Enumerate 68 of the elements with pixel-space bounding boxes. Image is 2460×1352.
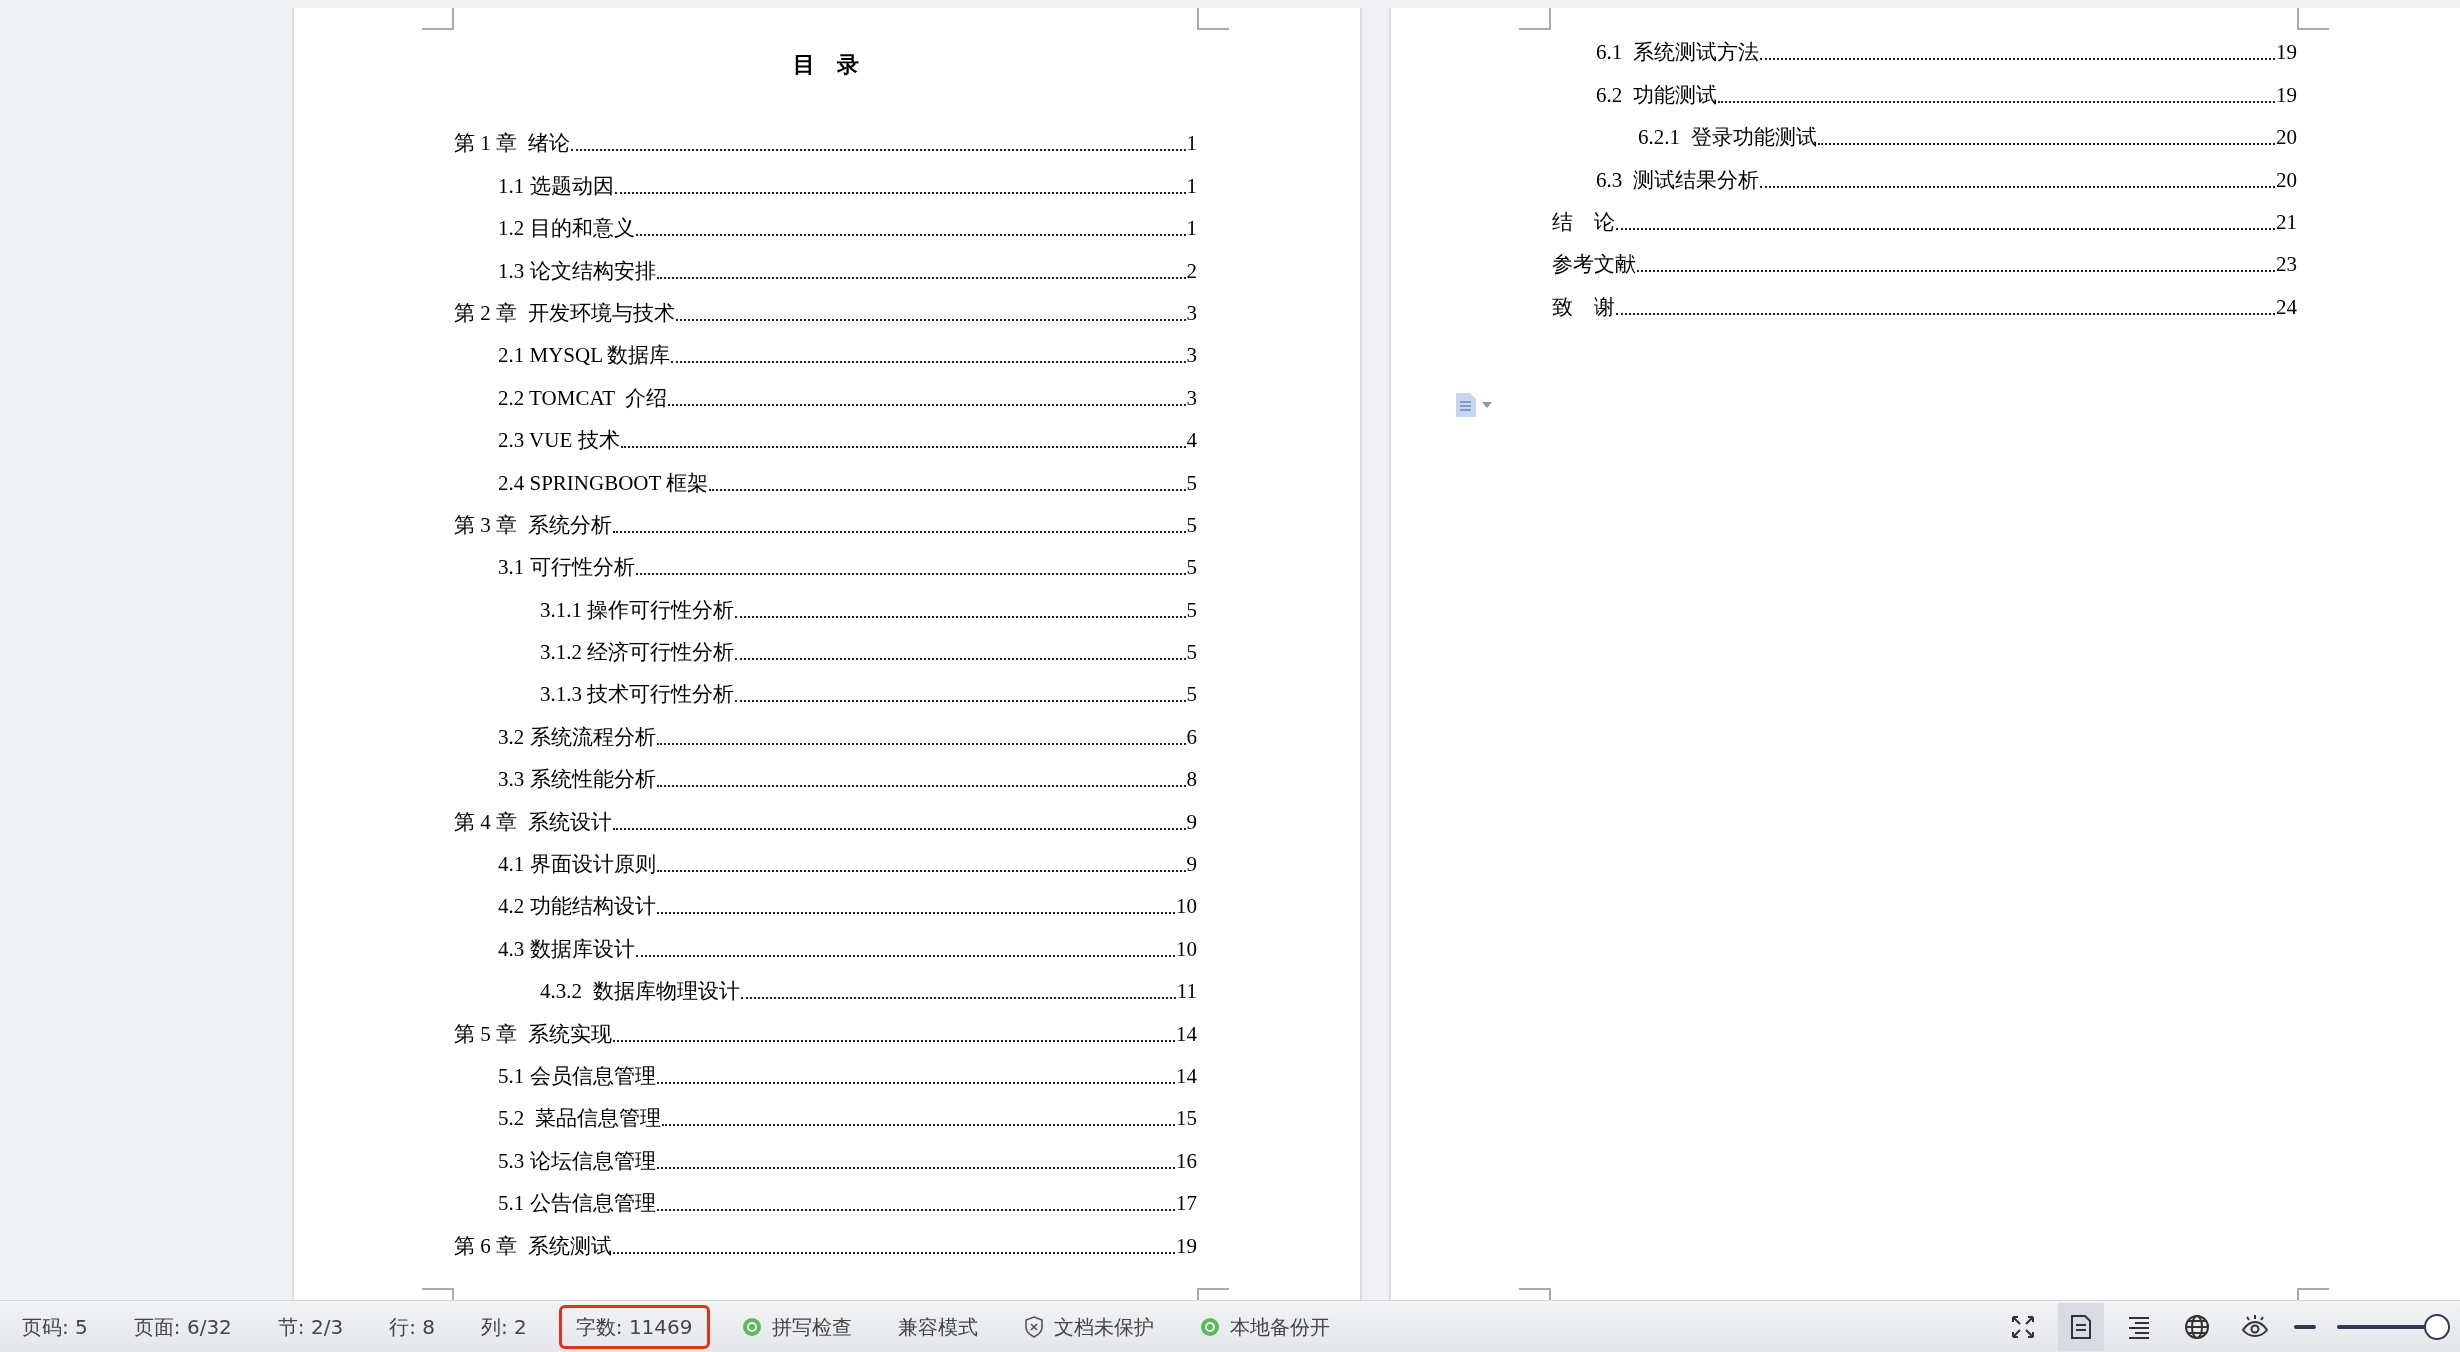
toc-entry[interactable]: 5.1 公告信息管理 17 <box>498 1193 1197 1225</box>
status-item[interactable]: 页面: 6/32 <box>119 1304 246 1349</box>
toc-entry[interactable]: 结 论 21 <box>1552 211 2297 243</box>
toc-entry[interactable]: 3.1.2 经济可行性分析 5 <box>540 642 1197 674</box>
toc-entry[interactable]: 6.3 测试结果分析 20 <box>1596 169 2297 201</box>
toc-entry[interactable]: 1.1 选题动因 1 <box>498 175 1197 207</box>
toc-entry[interactable]: 3.3 系统性能分析 8 <box>498 769 1197 801</box>
status-item[interactable]: 文档未保护 <box>1009 1304 1168 1349</box>
status-item[interactable]: 拼写检查 <box>727 1304 866 1349</box>
margin-corner-mark <box>1197 8 1229 30</box>
status-text: 列: 2 <box>480 1313 527 1341</box>
status-item[interactable]: 行: 8 <box>375 1304 449 1349</box>
status-text: 页码: 5 <box>22 1313 88 1341</box>
toc-entry[interactable]: 第 4 章 系统设计 9 <box>454 811 1197 843</box>
shield-icon <box>1023 1315 1044 1338</box>
globe-icon <box>2183 1312 2211 1341</box>
toc-entry[interactable]: 2.3 VUE 技术 4 <box>498 430 1197 462</box>
toc-entry[interactable]: 6.1 系统测试方法 19 <box>1596 42 2297 74</box>
status-text: 兼容模式 <box>897 1313 978 1341</box>
zoom-slider-thumb[interactable] <box>2423 1313 2450 1340</box>
toc-entry[interactable]: 4.1 界面设计原则 9 <box>498 854 1197 886</box>
toc-entry[interactable]: 4.3 数据库设计 10 <box>498 938 1197 970</box>
toc-entry[interactable]: 第 5 章 系统实现 14 <box>454 1023 1197 1055</box>
status-text: 节: 2/3 <box>277 1313 344 1341</box>
status-text: 文档未保护 <box>1053 1313 1154 1341</box>
toc-entry[interactable]: 6.2 功能测试 19 <box>1596 84 2297 116</box>
status-item[interactable]: 页码: 5 <box>8 1304 102 1349</box>
toc-entry[interactable]: 参考文献 23 <box>1552 254 2297 286</box>
status-item[interactable]: 节: 2/3 <box>263 1304 358 1349</box>
toc-entry[interactable]: 5.1 会员信息管理 14 <box>498 1066 1197 1097</box>
margin-corner-mark <box>2297 8 2329 30</box>
toc-entry[interactable]: 3.1.3 技术可行性分析 5 <box>540 684 1197 716</box>
toc-title: 目 录 <box>791 51 860 79</box>
status-text: 本地备份开 <box>1229 1313 1330 1341</box>
toc-entry[interactable]: 1.3 论文结构安排 2 <box>498 260 1197 292</box>
toc-entry[interactable]: 致 谢 24 <box>1552 296 2297 328</box>
toc-entry[interactable]: 3.1.1 操作可行性分析 5 <box>540 599 1197 631</box>
toc-entry[interactable]: 1.2 目的和意义 1 <box>498 218 1197 250</box>
toc-entry[interactable]: 3.2 系统流程分析 6 <box>498 726 1197 758</box>
toc-entry[interactable]: 4.3.2 数据库物理设计 11 <box>540 981 1197 1013</box>
margin-corner-mark <box>422 8 454 30</box>
document-icon[interactable] <box>1454 391 1478 419</box>
toc-entry[interactable]: 5.2 菜品信息管理 15 <box>498 1108 1197 1140</box>
toc-entry[interactable]: 6.2.1 登录功能测试 20 <box>1638 127 2297 159</box>
status-text: 页面: 6/32 <box>133 1313 232 1341</box>
view-button[interactable] <box>2058 1302 2104 1351</box>
status-dot-icon <box>741 1316 762 1337</box>
caret-icon[interactable] <box>1482 402 1492 408</box>
toc-entry[interactable]: 2.4 SPRINGBOOT 框架 5 <box>498 472 1197 504</box>
toc-entry[interactable]: 第 3 章 系统分析 5 <box>454 514 1197 546</box>
status-text: 字数: 11469 <box>575 1313 693 1341</box>
status-item[interactable]: 字数: 11469 <box>558 1304 710 1349</box>
toc-entry[interactable]: 3.1 可行性分析 5 <box>498 557 1197 589</box>
status-item[interactable]: 列: 2 <box>466 1304 541 1349</box>
status-item[interactable]: 本地备份开 <box>1185 1304 1344 1349</box>
zoom-out-icon[interactable] <box>2294 1323 2316 1330</box>
toc-entry[interactable]: 2.2 TOMCAT 介绍 3 <box>498 387 1197 419</box>
status-item[interactable]: 兼容模式 <box>883 1304 992 1349</box>
toc-entry[interactable]: 第 6 章 系统测试 19 <box>454 1235 1197 1267</box>
toc-entry[interactable]: 第 1 章 绪论 1 <box>454 133 1197 165</box>
toc-entry[interactable]: 2.1 MYSQL 数据库 3 <box>498 345 1197 377</box>
status-text: 行: 8 <box>389 1313 435 1341</box>
toc-entry[interactable]: 4.2 功能结构设计 10 <box>498 896 1197 928</box>
margin-corner-mark <box>1519 8 1551 30</box>
toc-entry[interactable]: 5.3 论坛信息管理 16 <box>498 1150 1197 1182</box>
status-text: 拼写检查 <box>771 1313 852 1341</box>
status-dot-icon <box>1199 1316 1220 1337</box>
toc-entry[interactable]: 第 2 章 开发环境与技术 3 <box>454 302 1197 334</box>
